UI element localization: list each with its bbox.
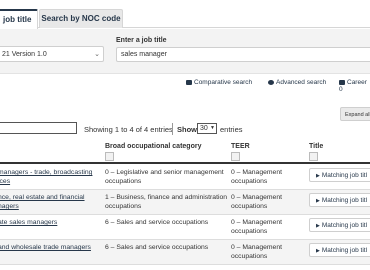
matching-job-titles-button[interactable]: ▶ Matching job titl [309, 193, 370, 207]
sort-control[interactable] [309, 152, 318, 161]
triangle-right-icon: ▶ [316, 198, 320, 204]
career-link[interactable]: Career 0 [339, 79, 370, 93]
header-title[interactable]: Title [309, 143, 323, 150]
entries-label: entries [220, 125, 243, 134]
chevron-down-icon: ⌄ [94, 51, 100, 58]
matching-label: Matching job titl [321, 172, 368, 179]
triangle-right-icon: ▶ [316, 173, 320, 179]
broad-category-cell: 6 – Sales and service occupations [105, 219, 209, 226]
book-icon [339, 80, 345, 85]
version-value: 21 Version 1.0 [2, 51, 47, 58]
page-size-value: 30 [200, 125, 208, 132]
table-header: Broad occupational category TEER Title [0, 141, 370, 164]
search-tabs: job title Search by NOC code [0, 0, 370, 29]
occupation-link[interactable]: managers - trade, broadcasting ices [0, 168, 100, 186]
triangle-right-icon: ▶ [316, 223, 320, 229]
sort-control[interactable] [231, 152, 240, 161]
expand-all-button[interactable]: Expand all [340, 107, 370, 121]
broad-category-cell: 1 – Business, finance and administration… [105, 194, 228, 210]
matching-job-titles-button[interactable]: ▶ Matching job titl [309, 168, 370, 182]
comparative-search-label: Comparative search [194, 79, 253, 86]
broad-category-cell: 6 – Sales and service occupations [105, 244, 209, 251]
tab-noc-code[interactable]: Search by NOC code [39, 9, 123, 28]
show-label: Show [177, 125, 197, 134]
teer-cell: 0 – Management occupations [231, 219, 283, 235]
header-teer[interactable]: TEER [231, 143, 250, 150]
table-row: managers - trade, broadcasting ices 0 – … [0, 165, 370, 190]
matching-label: Matching job titl [321, 197, 368, 204]
triangle-right-icon: ▶ [316, 248, 320, 254]
occupation-link[interactable]: ate sales managers [0, 218, 100, 227]
page-size-select[interactable]: 30 ▼ [197, 123, 217, 134]
search-panel: 21 Version 1.0 ⌄ Enter a job title sales… [0, 29, 370, 74]
occupation-link[interactable]: nce, real estate and financial nagers [0, 193, 100, 211]
tab-job-title[interactable]: job title [0, 9, 38, 29]
header-broad-category[interactable]: Broad occupational category [105, 143, 201, 150]
gear-icon [268, 80, 274, 85]
broad-category-cell: 0 – Legislative and senior management oc… [105, 169, 224, 185]
table-row: and wholesale trade managers 6 – Sales a… [0, 240, 370, 265]
matching-job-titles-button[interactable]: ▶ Matching job titl [309, 243, 370, 257]
job-title-input[interactable]: sales manager [116, 47, 370, 62]
table-row: ate sales managers 6 – Sales and service… [0, 215, 370, 240]
divider [172, 123, 173, 135]
matching-label: Matching job titl [321, 247, 368, 254]
table-icon [186, 80, 192, 85]
advanced-search-label: Advanced search [276, 79, 327, 86]
filter-input[interactable] [0, 122, 77, 134]
chevron-down-icon: ▼ [210, 125, 215, 131]
matching-label: Matching job titl [321, 222, 368, 229]
teer-cell: 0 – Management occupations [231, 244, 283, 260]
occupation-link[interactable]: and wholesale trade managers [0, 243, 100, 252]
version-select[interactable]: 21 Version 1.0 ⌄ [0, 46, 104, 62]
sort-control[interactable] [105, 152, 114, 161]
matching-job-titles-button[interactable]: ▶ Matching job titl [309, 218, 370, 232]
table-row: nce, real estate and financial nagers 1 … [0, 190, 370, 215]
teer-cell: 0 – Management occupations [231, 169, 283, 185]
advanced-search-link[interactable]: Advanced search [268, 79, 326, 86]
comparative-search-link[interactable]: Comparative search [186, 79, 252, 86]
job-title-label: Enter a job title [116, 37, 167, 44]
entries-summary: Showing 1 to 4 of 4 entries [84, 125, 173, 134]
teer-cell: 0 – Management occupations [231, 194, 283, 210]
